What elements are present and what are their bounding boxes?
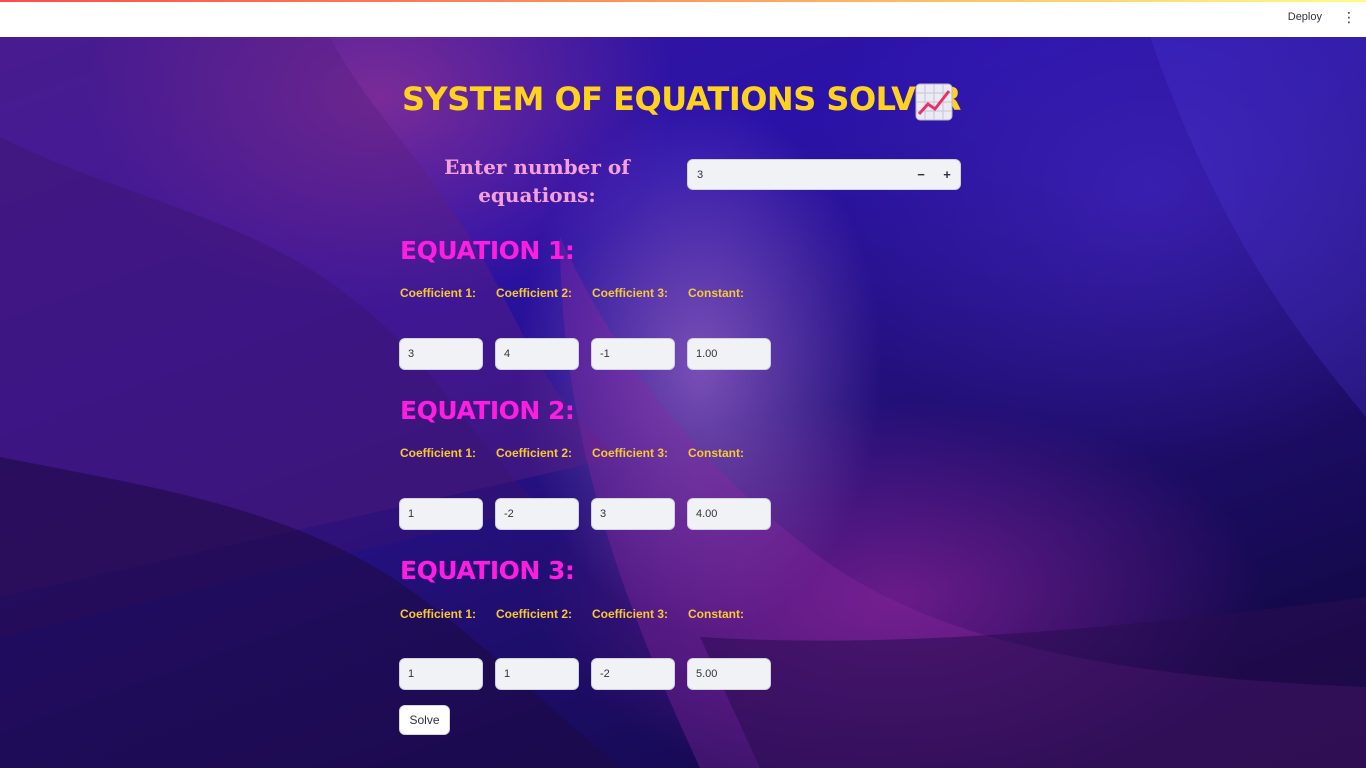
number-of-equations-value[interactable]: 3	[697, 169, 703, 181]
top-accent-bar	[0, 0, 1366, 2]
constant-label: Constant:	[688, 607, 744, 621]
equation-3-heading: EQUATION 3:	[400, 556, 575, 585]
input-value: 3	[408, 348, 415, 360]
background-waves	[0, 37, 1366, 768]
equation-1-coefficient-3-input[interactable]: -1	[591, 338, 675, 370]
input-value: 4.00	[696, 508, 718, 520]
equation-1-constant-input[interactable]: 1.00	[687, 338, 771, 370]
solve-button[interactable]: Solve	[399, 705, 450, 735]
equation-3-constant-input[interactable]: 5.00	[687, 658, 771, 690]
constant-label: Constant:	[688, 446, 744, 460]
increment-button[interactable]: +	[936, 164, 958, 186]
input-value: -1	[600, 348, 610, 360]
input-value: -2	[504, 508, 514, 520]
coefficient-2-label: Coefficient 2:	[496, 607, 573, 621]
equation-2-constant-input[interactable]: 4.00	[687, 498, 771, 530]
input-value: 4	[504, 348, 511, 360]
equation-1-coefficient-2-input[interactable]: 4	[495, 338, 579, 370]
more-vertical-icon[interactable]: ⋮	[1342, 10, 1356, 26]
coefficient-3-label: Coefficient 3:	[592, 446, 669, 460]
equation-3-coefficient-3-input[interactable]: -2	[591, 658, 675, 690]
constant-label: Constant:	[688, 286, 744, 300]
input-value: 1	[408, 668, 415, 680]
number-of-equations-input[interactable]: 3 − +	[687, 159, 961, 190]
coefficient-2-label: Coefficient 2:	[496, 446, 573, 460]
chart-increasing-icon	[915, 83, 953, 121]
number-of-equations-label: Enter number of equations:	[444, 155, 630, 207]
input-value: 1	[408, 508, 415, 520]
equation-3-coefficient-1-input[interactable]: 1	[399, 658, 483, 690]
coefficient-3-label: Coefficient 3:	[592, 607, 669, 621]
input-value: -2	[600, 668, 610, 680]
decrement-button[interactable]: −	[910, 164, 932, 186]
equation-2-coefficient-3-input[interactable]: 3	[591, 498, 675, 530]
deploy-button[interactable]: Deploy	[1288, 11, 1322, 23]
equation-2-coefficient-2-input[interactable]: -2	[495, 498, 579, 530]
equation-2-coefficient-1-input[interactable]: 1	[399, 498, 483, 530]
page-title: SYSTEM OF EQUATIONS SOLVER	[402, 80, 961, 118]
coefficient-1-label: Coefficient 1:	[400, 286, 477, 300]
input-value: 1.00	[696, 348, 718, 360]
equation-3-coefficient-2-input[interactable]: 1	[495, 658, 579, 690]
equation-2-heading: EQUATION 2:	[400, 396, 575, 425]
input-value: 5.00	[696, 668, 718, 680]
background	[0, 37, 1366, 768]
equation-1-heading: EQUATION 1:	[400, 236, 575, 265]
coefficient-3-label: Coefficient 3:	[592, 286, 669, 300]
coefficient-1-label: Coefficient 1:	[400, 446, 477, 460]
app: Deploy ⋮ SYSTEM OF EQUATIONS SOLVER Ente…	[0, 0, 1366, 768]
top-bar: Deploy ⋮	[0, 0, 1366, 37]
coefficient-1-label: Coefficient 1:	[400, 607, 477, 621]
input-value: 1	[504, 668, 511, 680]
equation-1-coefficient-1-input[interactable]: 3	[399, 338, 483, 370]
coefficient-2-label: Coefficient 2:	[496, 286, 573, 300]
input-value: 3	[600, 508, 607, 520]
